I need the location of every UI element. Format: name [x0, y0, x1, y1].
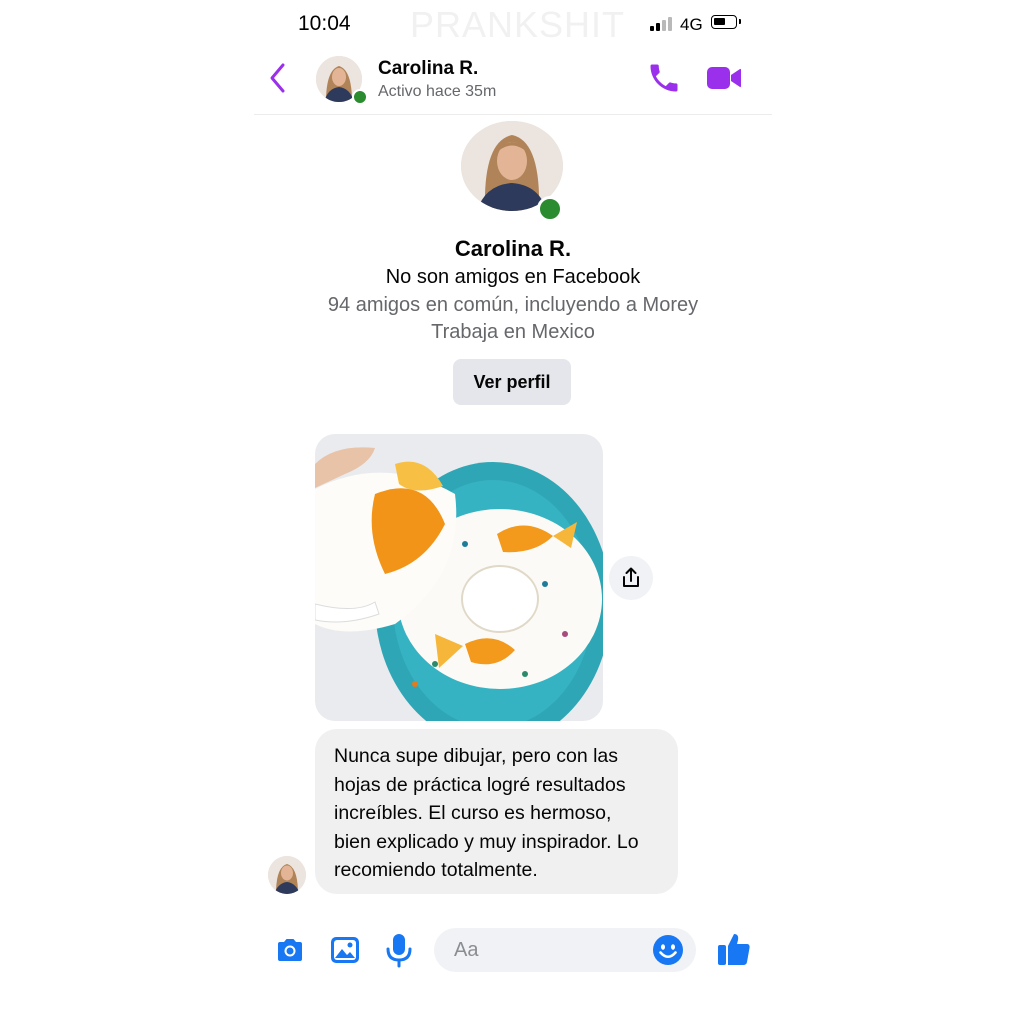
voice-call-button[interactable]: [646, 60, 682, 96]
image-message[interactable]: [315, 434, 603, 721]
message-line: bien explicado y muy inspirador. Lo: [334, 830, 639, 853]
video-camera-icon: [707, 67, 741, 89]
message-line: increíbles. El curso es hermoso,: [334, 802, 612, 824]
watermark: PRANKSHIT: [410, 4, 626, 45]
network-type: 4G: [680, 15, 703, 34]
mutual-friends: 94 amigos en común, incluyendo a Morey: [327, 294, 699, 316]
battery-icon: [711, 15, 741, 29]
chevron-left-icon: [270, 63, 285, 93]
camera-icon: [278, 939, 302, 961]
gallery-icon: [331, 937, 359, 963]
friendship-status: No son amigos en Facebook: [385, 266, 641, 288]
camera-button[interactable]: [274, 934, 306, 966]
emoji-button[interactable]: [652, 934, 684, 966]
emoji-icon: [653, 935, 683, 965]
profile-name: Carolina R.: [454, 236, 572, 261]
status-time: 10:04: [298, 12, 351, 35]
view-profile-button[interactable]: Ver perfil: [453, 359, 571, 405]
work-info: Trabaja en Mexico: [431, 321, 595, 343]
like-button[interactable]: [716, 931, 752, 967]
message-line: hojas de práctica logré resultados: [334, 773, 626, 796]
share-button[interactable]: [609, 556, 653, 600]
painted-teacup-image: [315, 434, 603, 721]
video-call-button[interactable]: [706, 62, 742, 94]
profile-online-indicator: [537, 196, 563, 222]
microphone-icon: [386, 934, 412, 968]
message-line: Nunca supe dibujar, pero con las: [334, 745, 619, 767]
share-icon: [623, 567, 639, 587]
text-message: Nunca supe dibujar, pero con las hojas d…: [315, 729, 678, 894]
phone-icon: [650, 64, 678, 92]
online-indicator: [352, 89, 368, 105]
header-divider: [254, 114, 772, 115]
sender-avatar[interactable]: [268, 856, 306, 894]
back-button[interactable]: [266, 60, 290, 96]
message-input[interactable]: [454, 928, 644, 972]
message-composer[interactable]: [434, 928, 696, 972]
activity-status: Activo hace 35m: [378, 83, 497, 100]
microphone-button[interactable]: [384, 932, 414, 968]
thumbs-up-icon: [718, 934, 750, 965]
messenger-chat-screen: 10:04 PRANKSHIT 4G Carolina R. Activo ha…: [254, 0, 772, 1024]
contact-name[interactable]: Carolina R.: [378, 58, 478, 80]
signal-icon: [650, 17, 674, 31]
message-line: recomiendo totalmente.: [334, 859, 538, 881]
gallery-button[interactable]: [329, 934, 361, 966]
